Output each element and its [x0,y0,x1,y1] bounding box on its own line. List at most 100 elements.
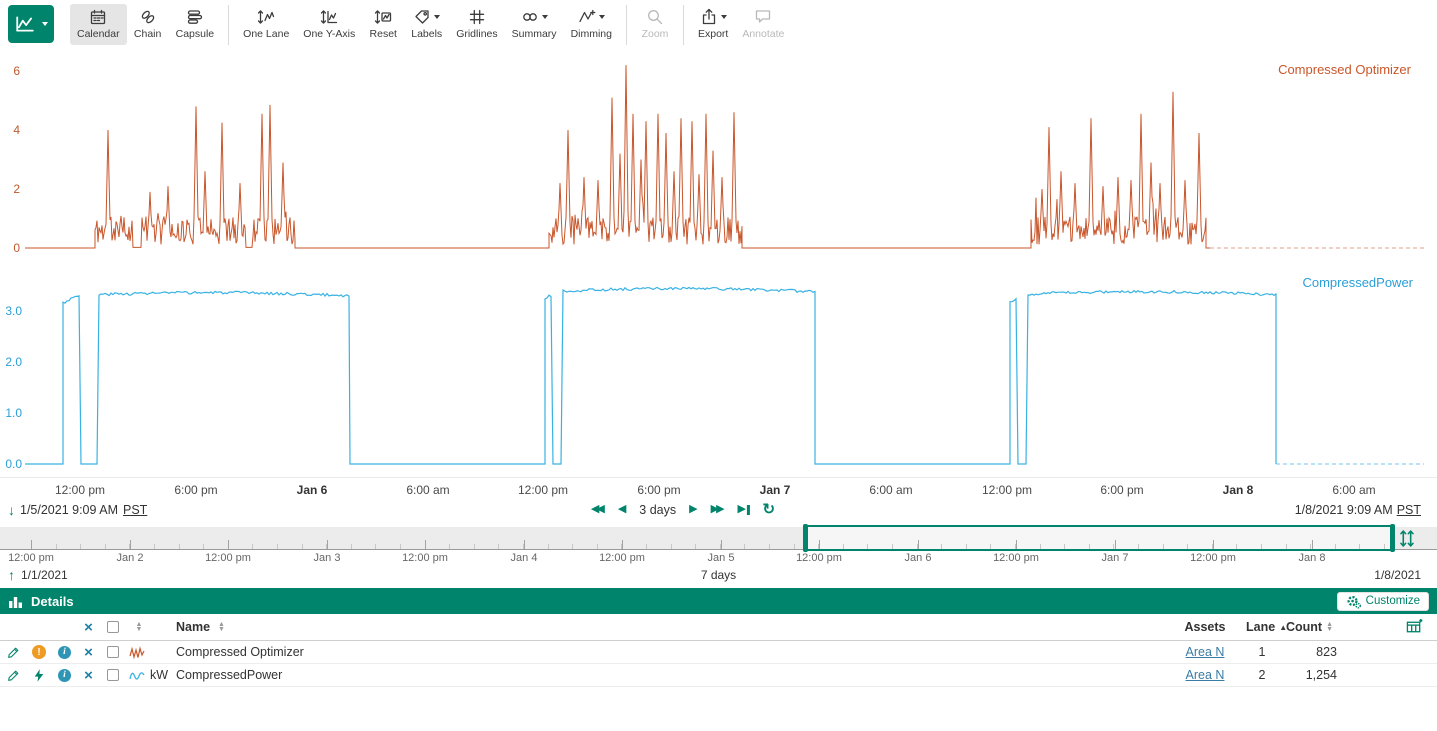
row-checkbox[interactable] [100,664,126,686]
timeline-pan-icon[interactable] [1398,529,1417,553]
column-count[interactable]: Count [1286,620,1322,634]
select-all-checkbox[interactable] [107,621,119,633]
toolbar-item-one-y-axis[interactable]: One Y-Axis [296,4,362,45]
x-axis-label: 6:00 am [869,483,912,497]
timeline-tick-major [31,540,32,549]
caret-down-icon [434,15,440,19]
toolbar-item-label: Gridlines [456,28,497,40]
asset-link[interactable]: Area N [1186,668,1225,682]
timeline-label: Jan 7 [1102,552,1129,564]
info-icon[interactable]: i [52,664,77,686]
timeline-label: 12:00 pm [993,552,1039,564]
jump-back-icon[interactable]: ◀◀ [591,504,605,515]
timeline-tick [695,544,696,549]
refresh-icon[interactable]: ↻ [763,502,776,517]
asset-link[interactable]: Area N [1186,645,1225,659]
remove-icon[interactable]: × [77,664,100,686]
timeline-scrubber[interactable] [0,527,1437,550]
edit-icon[interactable] [0,641,26,663]
caret-down-icon [542,15,548,19]
details-bars-icon [8,593,24,609]
toolbar-item-capsule[interactable]: Capsule [169,4,222,45]
step-back-icon[interactable]: ◀ [618,504,626,515]
toolbar-item-reset[interactable]: Reset [362,4,404,45]
item-name[interactable]: CompressedPower [174,664,1169,686]
column-assets[interactable]: Assets [1185,620,1226,634]
toolbar-item-export[interactable]: Export [691,4,735,45]
dimming-icon [578,8,596,26]
go-to-end-icon[interactable]: ▶ [738,504,750,515]
item-name[interactable]: Compressed Optimizer [174,641,1169,663]
duration-label[interactable]: 3 days [639,503,676,517]
svg-text:3.0: 3.0 [5,304,22,318]
timeline-tick [794,544,795,549]
timeline-tick [154,544,155,549]
calendar-icon [89,8,107,26]
timeline-tick [1359,544,1360,549]
row-checkbox[interactable] [100,641,126,663]
chain-icon [139,8,157,26]
timeline-tick [744,544,745,549]
table-row[interactable]: i×kWCompressedPowerArea N21,254 [0,664,1437,687]
jump-forward-icon[interactable]: ▶▶ [711,504,725,515]
timeline-tick [1236,544,1237,549]
toolbar-item-labels[interactable]: Labels [404,4,449,45]
selection-left-handle[interactable] [803,524,808,552]
trend-view-dropdown[interactable] [8,5,54,43]
x-axis-labels: 12:00 pm6:00 pmJan 66:00 am12:00 pm6:00 … [0,477,1437,499]
timeline-tick [1163,544,1164,549]
timeline-tick [498,544,499,549]
timeline-selection[interactable] [805,525,1393,551]
toolbar-item-gridlines[interactable]: Gridlines [449,4,504,45]
table-row[interactable]: !i×Compressed OptimizerArea N1823 [0,641,1437,664]
x-axis-label: 6:00 pm [174,483,217,497]
info-icon[interactable]: i [52,641,77,663]
edit-icon[interactable] [0,664,26,686]
toolbar-item-summary[interactable]: Summary [505,4,564,45]
customize-button[interactable]: Customize [1337,592,1429,611]
unit-label [148,641,174,663]
column-name[interactable]: Name [176,620,210,634]
timeline-tick-major [1312,540,1313,549]
sort-count-control[interactable]: ▲▼ [1326,622,1333,633]
sort-type-control[interactable]: ▲▼ [136,622,143,633]
investigate-range-total[interactable]: 7 days [0,568,1437,582]
remove-all-icon[interactable]: × [84,620,93,635]
top-chart[interactable]: 6420 [0,50,1437,260]
toolbar-item-one-lane[interactable]: One Lane [236,4,296,45]
remove-icon[interactable]: × [77,641,100,663]
toolbar-item-dimming[interactable]: Dimming [564,4,619,45]
count-value: 1,254 [1283,664,1349,686]
timeline-tick [351,544,352,549]
toolbar-item-label: Chain [134,28,161,40]
bottom-chart[interactable]: 3.02.01.00.0 [0,260,1437,474]
timezone-link-start[interactable]: PST [123,503,147,517]
toolbar-item-calendar[interactable]: Calendar [70,4,127,45]
sort-name-control[interactable]: ▲▼ [218,622,225,633]
range-start-arrow-icon[interactable]: ↓ [8,503,15,517]
toolbar-item-chain[interactable]: Chain [127,4,169,45]
column-lane[interactable]: Lane [1246,620,1275,634]
trend-chart-icon [15,14,35,34]
series-label-optimizer[interactable]: Compressed Optimizer [1278,62,1411,77]
timeline-label: 12:00 pm [1190,552,1236,564]
svg-text:2.0: 2.0 [5,355,22,369]
step-forward-icon[interactable]: ▶ [689,504,697,515]
timezone-link-end[interactable]: PST [1397,503,1421,517]
timeline-tick [80,544,81,549]
timeline-tick [548,544,549,549]
warning-icon[interactable]: ! [32,645,46,659]
details-header-bar: Details Customize [0,588,1437,614]
series-label-power[interactable]: CompressedPower [1302,275,1413,290]
bolt-icon[interactable] [32,668,46,683]
timeline-tick [867,544,868,549]
timeline-tick-major [425,540,426,549]
asset-cell: Area N [1169,641,1241,663]
add-column-icon[interactable] [1406,619,1423,635]
svg-text:2: 2 [13,182,20,196]
wave-series-icon [129,668,145,683]
x-axis-label: 6:00 pm [1100,483,1143,497]
selection-right-handle[interactable] [1390,524,1395,552]
unit-label: kW [148,664,174,686]
timeline-tick [474,544,475,549]
